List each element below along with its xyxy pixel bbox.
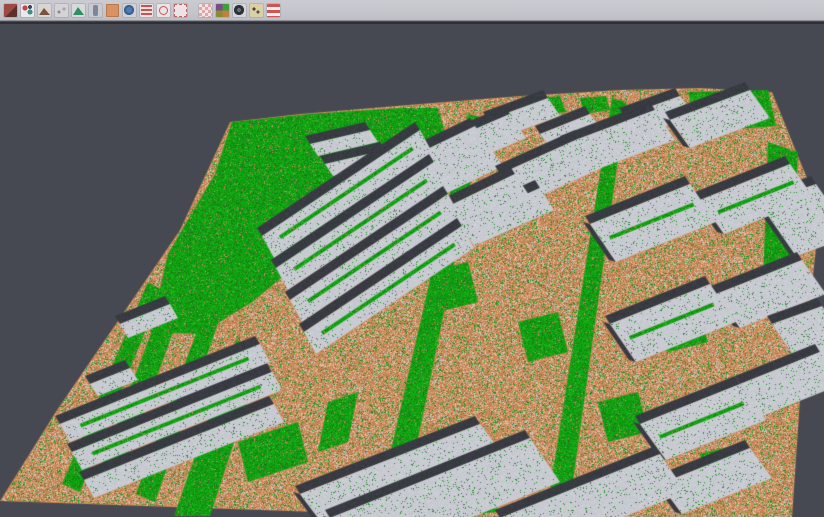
points-icon[interactable] xyxy=(21,4,34,17)
dataset-icon[interactable] xyxy=(4,4,17,17)
flag-icon[interactable] xyxy=(267,4,280,17)
cross-section-icon[interactable] xyxy=(140,4,153,17)
ortho-icon[interactable] xyxy=(106,4,119,17)
measure-icon[interactable] xyxy=(250,4,263,17)
globe-icon[interactable] xyxy=(123,4,136,17)
grid-icon[interactable] xyxy=(199,4,212,17)
main-toolbar xyxy=(0,0,824,21)
surface-icon[interactable] xyxy=(72,4,85,17)
point-cloud-scene[interactable] xyxy=(0,24,824,517)
3d-viewport[interactable] xyxy=(0,22,824,517)
classification-view-icon[interactable] xyxy=(216,4,229,17)
terrain-icon[interactable] xyxy=(38,4,51,17)
sphere-icon[interactable] xyxy=(233,4,246,17)
app-window xyxy=(0,0,824,517)
target-icon[interactable] xyxy=(157,4,170,17)
profile-icon[interactable] xyxy=(89,4,102,17)
selection-icon[interactable] xyxy=(174,4,187,17)
contour-icon[interactable] xyxy=(55,4,68,17)
